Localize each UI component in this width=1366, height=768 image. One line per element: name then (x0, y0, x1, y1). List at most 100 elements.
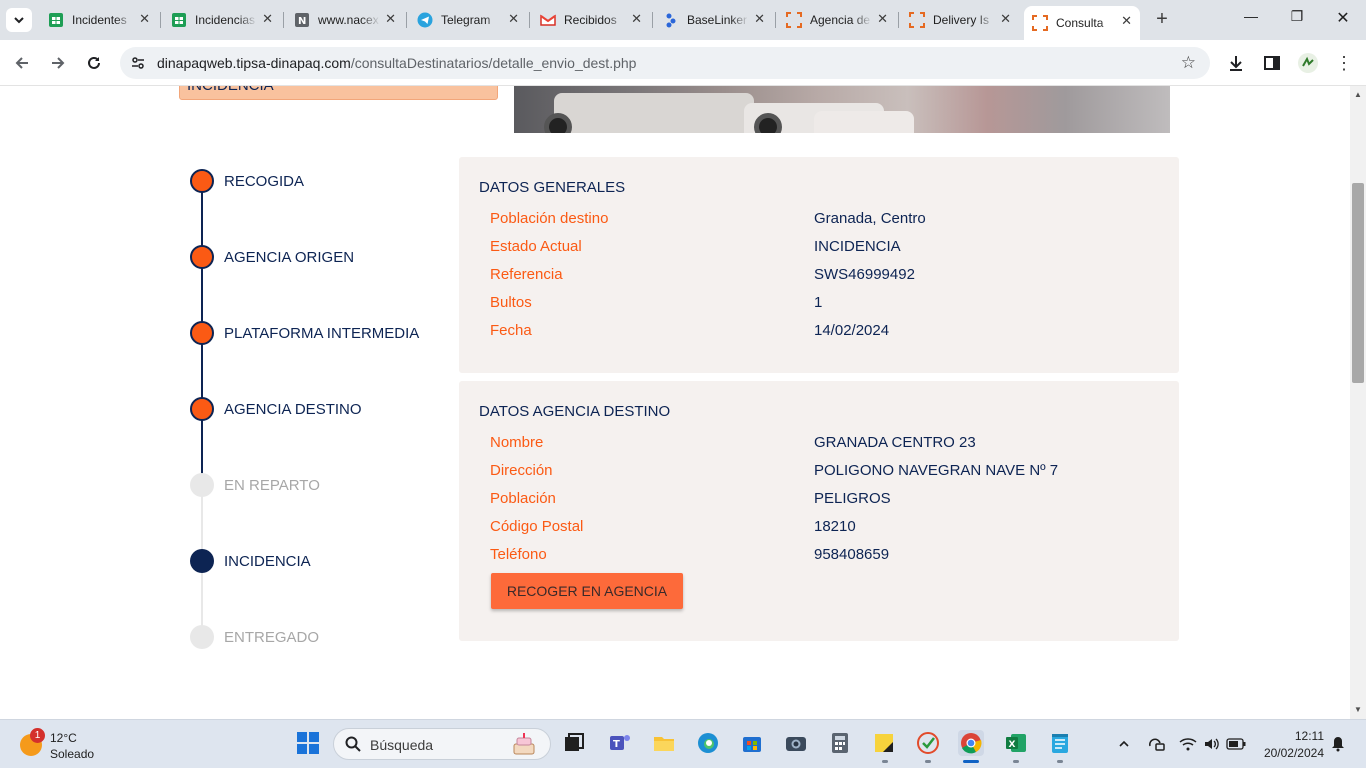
chevron-down-icon (14, 17, 24, 24)
volume-icon[interactable] (1202, 734, 1222, 754)
notion-icon: N (294, 12, 310, 28)
browser-tab[interactable]: BaseLinker ✕ (655, 6, 773, 34)
taskbar-search[interactable]: Búsqueda (333, 728, 551, 760)
close-tab-icon[interactable]: ✕ (877, 11, 888, 27)
close-tab-icon[interactable]: ✕ (1121, 13, 1132, 29)
edge-icon[interactable] (695, 730, 721, 756)
hero-vans-image (514, 86, 1170, 133)
info-row: Dirección POLIGONO NAVEGRAN NAVE Nº 7 (490, 462, 1059, 479)
scroll-down-icon[interactable]: ▼ (1354, 705, 1362, 714)
timeline-dot (190, 473, 214, 497)
timeline-step-entregado: ENTREGADO (190, 625, 319, 649)
timeline-dot (190, 549, 214, 573)
close-tab-icon[interactable]: ✕ (385, 11, 396, 27)
restore-button[interactable]: ❐ (1274, 8, 1320, 25)
browser-tab-active[interactable]: Consulta ✕ (1024, 6, 1140, 40)
notification-badge: 1 (30, 728, 45, 743)
browser-tab[interactable]: Agencia de ✕ (778, 6, 896, 34)
browser-tab[interactable]: Incidencias ✕ (163, 6, 281, 34)
address-bar[interactable]: dinapaqweb.tipsa-dinapaq.com/consultaDes… (120, 47, 1210, 79)
timeline-dot (190, 397, 214, 421)
side-panel-icon[interactable] (1262, 53, 1282, 73)
sync-icon[interactable] (1146, 734, 1166, 754)
clock-time[interactable]: 12:11 (1280, 729, 1324, 743)
weather-widget[interactable]: 1 12°C Soleado (18, 728, 108, 762)
browser-tab[interactable]: Incidentes ✕ (40, 6, 158, 34)
search-icon (345, 736, 361, 752)
arrow-right-icon (52, 57, 65, 69)
timeline-dot (190, 321, 214, 345)
scrollbar-thumb[interactable] (1352, 183, 1364, 383)
wifi-icon[interactable] (1178, 734, 1198, 754)
timeline-step-agencia-origen: AGENCIA ORIGEN (190, 245, 354, 269)
info-row: Población destino Granada, Centro (490, 210, 926, 227)
timeline-step-incidencia: INCIDENCIA (190, 549, 311, 573)
recoger-en-agencia-button[interactable]: RECOGER EN AGENCIA (491, 573, 683, 609)
reload-icon (88, 56, 100, 69)
close-tab-icon[interactable]: ✕ (631, 11, 642, 27)
download-icon[interactable] (1226, 53, 1246, 73)
tray-chevron-up-icon[interactable] (1114, 734, 1134, 754)
notepad-icon[interactable] (1047, 730, 1073, 756)
svg-text:T: T (613, 739, 620, 750)
baselinker-icon (663, 12, 679, 28)
camera-icon[interactable] (783, 730, 809, 756)
info-row: Nombre GRANADA CENTRO 23 (490, 434, 976, 451)
page-viewport: INCIDENCIA RECOGIDA AGENCIA ORIGEN PLATA… (0, 86, 1350, 719)
timeline-step-agencia-destino: AGENCIA DESTINO (190, 397, 362, 421)
close-tab-icon[interactable]: ✕ (139, 11, 150, 27)
close-tab-icon[interactable]: ✕ (508, 11, 519, 27)
windows-taskbar: 1 12°C Soleado Búsqueda T X 12:11 20/02/… (0, 719, 1366, 768)
browser-tab[interactable]: Delivery Is ✕ (901, 6, 1019, 34)
sheets-icon (171, 12, 187, 28)
frame-icon (1032, 15, 1048, 31)
microsoft-store-icon[interactable] (739, 730, 765, 756)
menu-kebab-icon[interactable]: ⋮ (1334, 53, 1354, 73)
browser-toolbar: dinapaqweb.tipsa-dinapaq.com/consultaDes… (0, 40, 1366, 86)
bookmark-star-icon[interactable]: ☆ (1181, 53, 1196, 73)
notification-bell-icon[interactable] (1328, 734, 1348, 754)
timeline-dot (190, 625, 214, 649)
cake-icon (513, 733, 535, 755)
forward-button[interactable] (47, 52, 69, 74)
card-title: DATOS GENERALES (479, 179, 626, 196)
excel-icon[interactable]: X (1003, 730, 1029, 756)
minimize-button[interactable]: — (1228, 8, 1274, 24)
info-row: Referencia SWS46999492 (490, 266, 915, 283)
frame-icon (909, 12, 925, 28)
windows-start-icon[interactable] (295, 730, 321, 756)
new-tab-button[interactable]: + (1150, 8, 1174, 31)
chrome-icon[interactable] (958, 730, 984, 756)
timeline-step-plataforma-intermedia: PLATAFORMA INTERMEDIA (190, 321, 419, 345)
svg-text:X: X (1009, 740, 1016, 750)
sheets-icon (48, 12, 64, 28)
profile-avatar[interactable] (1298, 53, 1318, 73)
status-pill: INCIDENCIA (179, 86, 498, 100)
close-tab-icon[interactable]: ✕ (262, 11, 273, 27)
browser-tab[interactable]: Recibidos ✕ (532, 6, 650, 34)
tab-search-button[interactable] (6, 8, 32, 32)
arrow-left-icon (15, 57, 28, 69)
close-window-button[interactable]: ✕ (1320, 8, 1366, 28)
teams-icon[interactable]: T (607, 730, 633, 756)
agency-data-card: DATOS AGENCIA DESTINO Nombre GRANADA CENT… (459, 381, 1179, 641)
scroll-up-icon[interactable]: ▲ (1354, 90, 1362, 99)
back-button[interactable] (11, 52, 33, 74)
shipment-timeline: RECOGIDA AGENCIA ORIGEN PLATAFORMA INTER… (180, 166, 440, 656)
frame-icon (786, 12, 802, 28)
reload-button[interactable] (83, 52, 105, 74)
file-explorer-icon[interactable] (651, 730, 677, 756)
sticky-notes-icon[interactable] (871, 730, 897, 756)
site-settings-icon[interactable] (130, 55, 146, 71)
close-tab-icon[interactable]: ✕ (1000, 11, 1011, 27)
browser-tab[interactable]: Telegram ✕ (409, 6, 527, 34)
task-view-icon[interactable] (561, 730, 587, 756)
browser-tab[interactable]: N www.nacex ✕ (286, 6, 404, 34)
clock-date[interactable]: 20/02/2024 (1254, 746, 1324, 760)
close-tab-icon[interactable]: ✕ (754, 11, 765, 27)
page-scrollbar[interactable]: ▲ ▼ (1350, 86, 1366, 719)
battery-icon[interactable] (1226, 734, 1246, 754)
calculator-icon[interactable] (827, 730, 853, 756)
timeline-dot (190, 169, 214, 193)
todo-check-icon[interactable] (915, 730, 941, 756)
